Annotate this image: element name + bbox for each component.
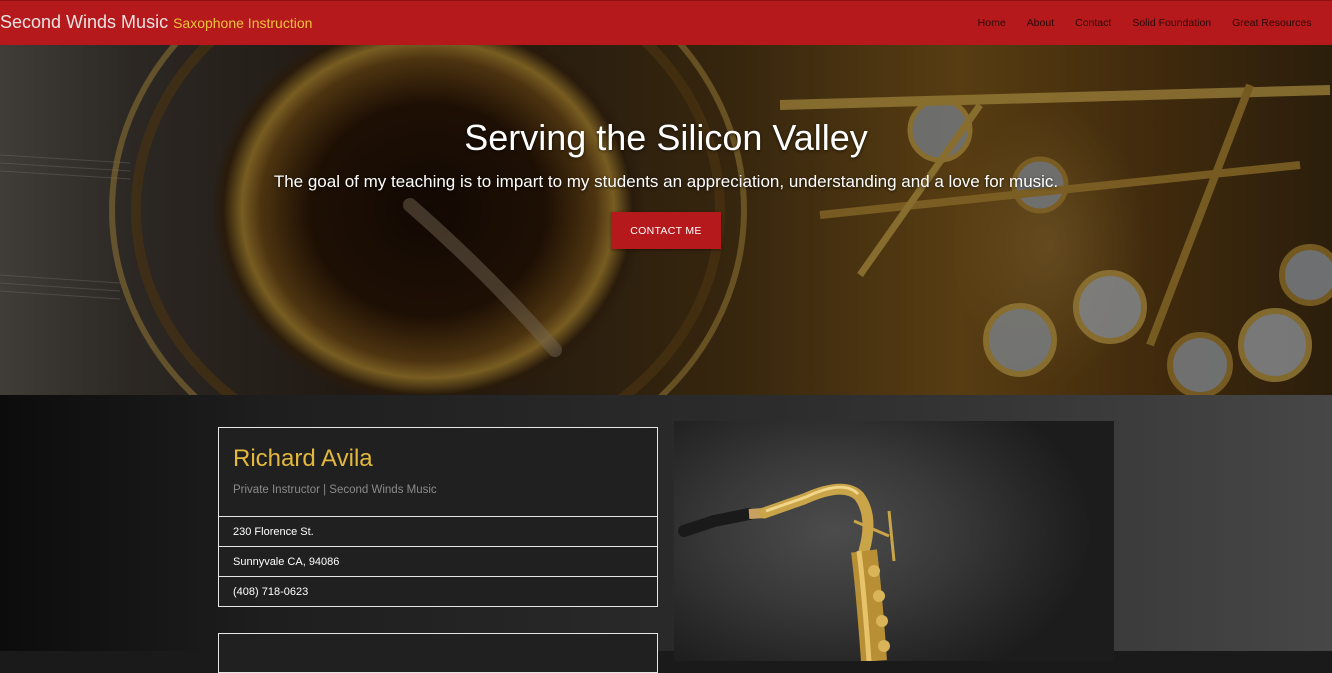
brand[interactable]: Second Winds Music Saxophone Instruction (0, 12, 312, 35)
profile-card: Richard Avila Private Instructor | Secon… (218, 427, 658, 607)
phone-number[interactable]: (408) 718-0623 (219, 577, 657, 607)
hero-banner: Serving the Silicon Valley The goal of m… (0, 45, 1332, 395)
saxophone-illustration-icon (678, 483, 896, 661)
secondary-card (218, 633, 658, 673)
brand-name[interactable]: Second Winds Music (0, 12, 168, 33)
nav-about[interactable]: About (1016, 17, 1064, 29)
contact-me-button[interactable]: CONTACT ME (611, 212, 721, 249)
saxophone-photo-icon (674, 421, 1114, 661)
content-section: Richard Avila Private Instructor | Secon… (0, 395, 1332, 673)
nav-contact[interactable]: Contact (1065, 17, 1122, 29)
profile-role: Private Instructor | Second Winds Music (233, 484, 437, 496)
nav-home[interactable]: Home (967, 17, 1016, 29)
profile-card-header: Richard Avila Private Instructor | Secon… (219, 428, 657, 517)
hero-subtitle: The goal of my teaching is to impart to … (273, 172, 1059, 191)
profile-name: Richard Avila (233, 445, 373, 472)
address-line2: Sunnyvale CA, 94086 (219, 547, 657, 577)
address-line1: 230 Florence St. (219, 517, 657, 547)
hero-title: Serving the Silicon Valley (464, 117, 868, 158)
brand-tagline[interactable]: Saxophone Instruction (173, 15, 312, 31)
nav-great-resources[interactable]: Great Resources (1222, 17, 1322, 29)
navbar: Second Winds Music Saxophone Instruction… (0, 0, 1332, 45)
nav-solid-foundation[interactable]: Solid Foundation (1122, 17, 1222, 29)
main-nav: Home About Contact Solid Foundation Grea… (967, 17, 1322, 29)
